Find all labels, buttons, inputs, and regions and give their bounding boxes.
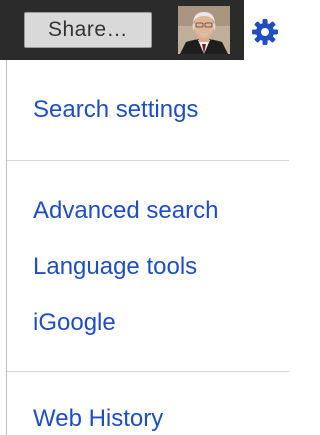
menu-item-language-tools[interactable]: Language tools (33, 252, 197, 282)
gear-icon-graphic (252, 19, 278, 45)
menu-item-web-history[interactable]: Web History (33, 404, 163, 434)
menu-divider (7, 371, 289, 372)
gear-icon[interactable] (251, 18, 279, 46)
settings-dropdown-menu: Search settings Advanced search Language… (6, 60, 289, 435)
menu-item-search-settings[interactable]: Search settings (33, 95, 198, 125)
avatar-photo (178, 6, 230, 54)
share-button[interactable]: Share… (24, 12, 152, 48)
menu-item-advanced-search[interactable]: Advanced search (33, 196, 218, 226)
top-bar: Share… (0, 0, 244, 60)
menu-divider (7, 160, 289, 161)
avatar[interactable] (178, 6, 230, 54)
menu-item-igoogle[interactable]: iGoogle (33, 308, 116, 338)
google-account-menu: Share… Search settings Advanced search L… (0, 0, 289, 435)
